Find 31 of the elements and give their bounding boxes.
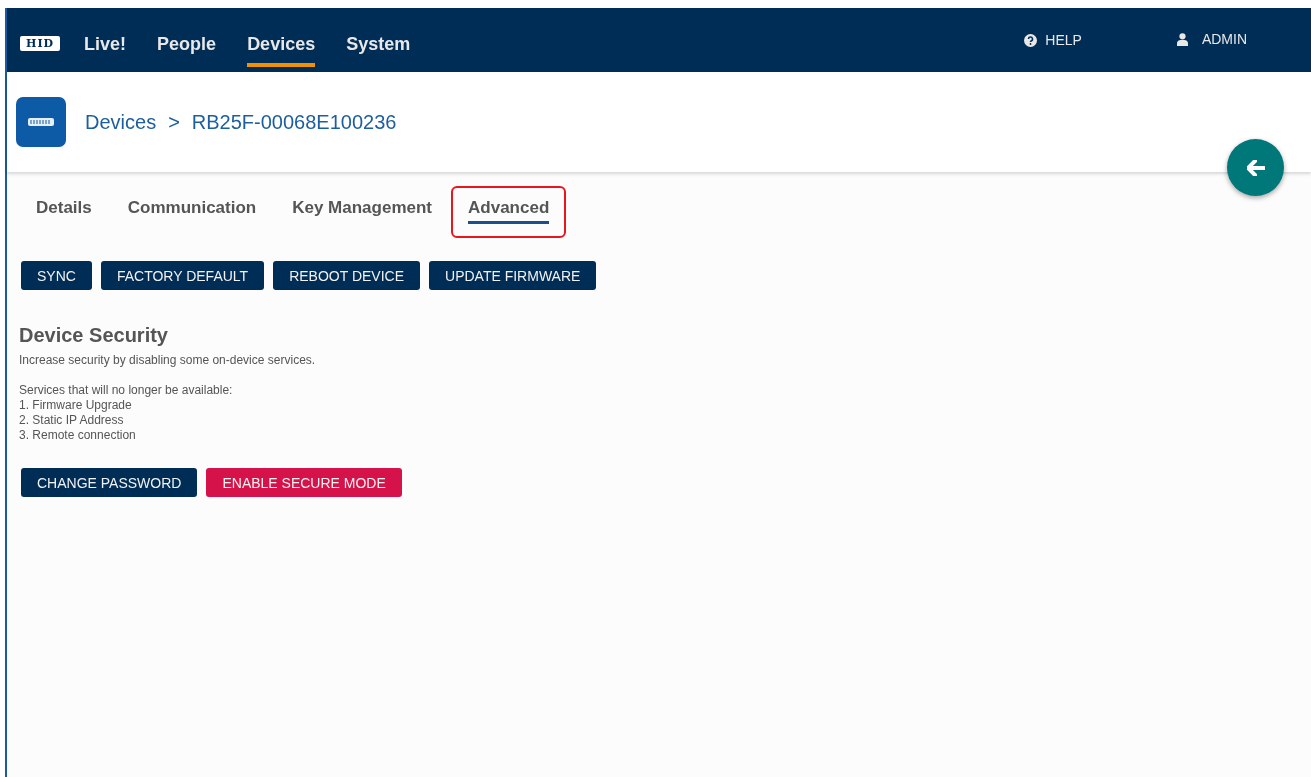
tab[interactable]: Communication (110, 186, 274, 238)
device-icon (16, 97, 66, 147)
nav-tab[interactable]: People (157, 27, 217, 67)
help-link[interactable]: HELP (1024, 32, 1082, 48)
section-title: Device Security (19, 324, 169, 347)
action-button[interactable]: REBOOT DEVICE (273, 261, 421, 290)
tab[interactable]: Details (19, 186, 109, 238)
breadcrumb-separator: > (168, 110, 180, 134)
action-button[interactable]: FACTORY DEFAULT (100, 261, 265, 290)
action-button[interactable]: UPDATE FIRMWARE (429, 261, 597, 290)
section-description: Increase security by disabling some on-device services. (19, 353, 317, 368)
security-button[interactable]: ENABLE SECURE MODE (206, 468, 402, 497)
nav-tab[interactable]: Live! (84, 27, 127, 67)
arrow-left-icon (1246, 159, 1265, 176)
user-icon (1176, 32, 1188, 46)
help-icon (1024, 33, 1038, 47)
service-line: 1. Firmware Upgrade (19, 398, 133, 413)
service-line: 2. Static IP Address (19, 413, 125, 428)
service-line: 3. Remote connection (19, 428, 137, 443)
action-button[interactable]: SYNC (21, 261, 92, 290)
device-name: RB25F-00068E100236 (191, 110, 397, 134)
service-line: Services that will no longer be available: (19, 383, 234, 398)
nav-tab[interactable]: System (346, 27, 411, 67)
security-button[interactable]: CHANGE PASSWORD (21, 468, 198, 497)
nav-tab[interactable]: Devices (247, 27, 316, 67)
back-button[interactable] (1227, 139, 1284, 196)
tab[interactable]: Advanced (451, 186, 567, 238)
hid-logo: HID (20, 35, 61, 51)
tab[interactable]: Key Management (275, 186, 450, 238)
breadcrumb-link[interactable]: Devices (85, 110, 157, 134)
user-menu[interactable]: ADMIN (1176, 31, 1247, 47)
